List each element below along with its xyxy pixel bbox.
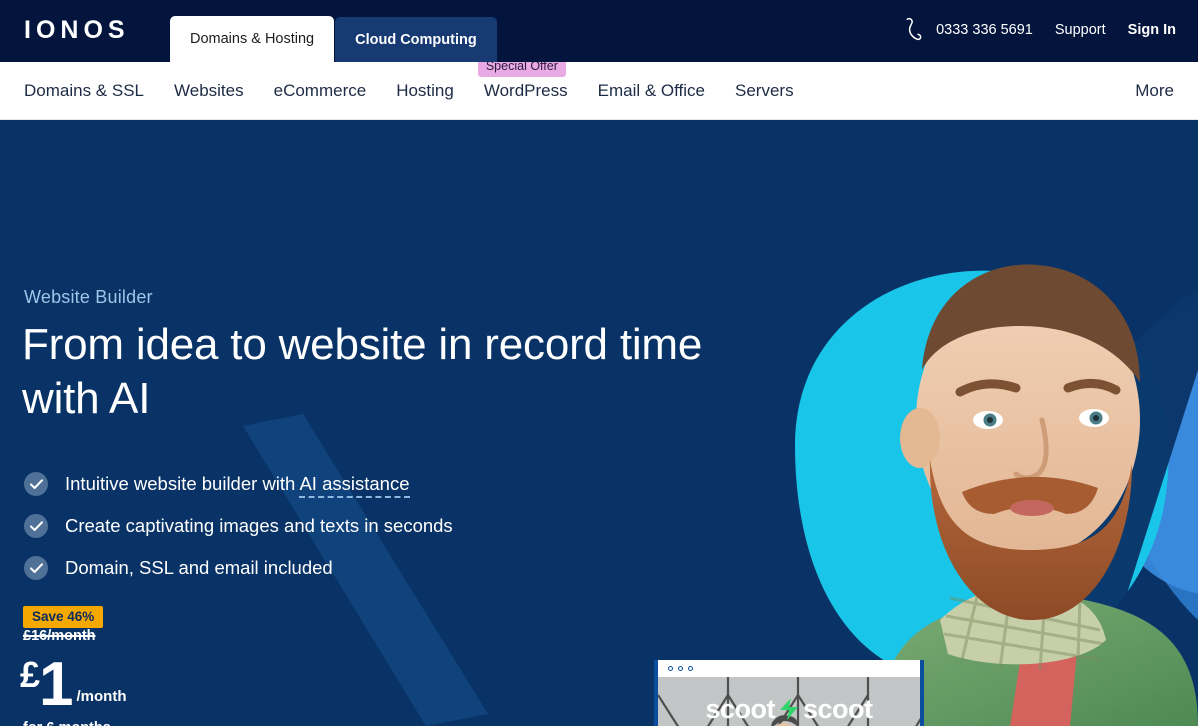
phone-number-text: 0333 336 5691 xyxy=(936,22,1033,38)
price-block: £1 /month xyxy=(20,654,127,716)
nav-item-servers[interactable]: Servers xyxy=(720,81,809,101)
list-item: Intuitive website builder with AI assist… xyxy=(24,463,453,505)
price-amount: £1 xyxy=(20,654,74,716)
old-price: £16/month xyxy=(23,628,96,644)
tab-cloud-computing[interactable]: Cloud Computing xyxy=(335,17,497,62)
hero-section: Website Builder From idea to website in … xyxy=(0,120,1198,726)
price-term-note: for 6 months xyxy=(23,720,111,726)
header-tab-group: Domains & Hosting Cloud Computing xyxy=(170,16,497,62)
price-number: 1 xyxy=(39,650,73,719)
nav-item-wordpress-label: WordPress xyxy=(483,80,568,100)
main-navigation: Domains & SSL Websites eCommerce Hosting… xyxy=(0,55,1198,120)
nav-item-hosting[interactable]: Hosting xyxy=(381,81,469,101)
wordmark-right: scoot xyxy=(803,694,873,724)
nav-item-domains-ssl[interactable]: Domains & SSL xyxy=(24,81,159,101)
save-badge: Save 46% xyxy=(23,606,104,628)
support-link[interactable]: Support xyxy=(1055,22,1106,38)
nav-item-more[interactable]: More xyxy=(1135,81,1174,101)
wordmark-left: scoot xyxy=(705,694,775,724)
tab-domains-hosting[interactable]: Domains & Hosting xyxy=(170,16,335,62)
browser-title-bar xyxy=(658,660,920,677)
top-header-bar: IONOS Domains & Hosting Cloud Computing … xyxy=(0,0,1198,62)
ai-assistance-link[interactable]: AI assistance xyxy=(299,473,410,498)
scoot-wordmark: scoot scoot xyxy=(658,694,920,726)
list-item: Create captivating images and texts in s… xyxy=(24,505,453,547)
nav-item-list: Domains & SSL Websites eCommerce Hosting… xyxy=(0,55,809,101)
sign-in-link[interactable]: Sign In xyxy=(1128,22,1176,38)
hero-benefit-list: Intuitive website builder with AI assist… xyxy=(24,463,453,589)
hero-eyebrow: Website Builder xyxy=(24,287,153,307)
price-period: /month xyxy=(76,687,127,705)
window-dot-icon xyxy=(688,666,693,671)
ionos-logo[interactable]: IONOS xyxy=(24,18,130,43)
benefit-text-1: Intuitive website builder with AI assist… xyxy=(65,473,410,498)
window-dot-icon xyxy=(678,666,683,671)
check-icon xyxy=(24,556,48,580)
lightning-bolt-icon xyxy=(777,697,801,726)
page-title: From idea to website in record time with… xyxy=(22,320,703,424)
browser-viewport: scoot scoot xyxy=(658,677,920,726)
nav-item-wordpress[interactable]: Special Offer WordPress xyxy=(469,55,583,101)
header-utility-links: 0333 336 5691 Support Sign In xyxy=(903,17,1176,43)
browser-mockup: scoot scoot xyxy=(654,660,924,726)
phone-icon xyxy=(903,17,925,43)
nav-item-email-office[interactable]: Email & Office xyxy=(583,81,720,101)
check-icon xyxy=(24,472,48,496)
list-item: Domain, SSL and email included xyxy=(24,547,453,589)
nav-item-websites[interactable]: Websites xyxy=(159,81,259,101)
benefit-text-3: Domain, SSL and email included xyxy=(65,557,333,578)
window-dot-icon xyxy=(668,666,673,671)
currency-symbol: £ xyxy=(20,654,40,695)
nav-item-ecommerce[interactable]: eCommerce xyxy=(259,81,382,101)
benefit-text-2: Create captivating images and texts in s… xyxy=(65,515,453,536)
check-icon xyxy=(24,514,48,538)
phone-number-link[interactable]: 0333 336 5691 xyxy=(903,17,1033,43)
